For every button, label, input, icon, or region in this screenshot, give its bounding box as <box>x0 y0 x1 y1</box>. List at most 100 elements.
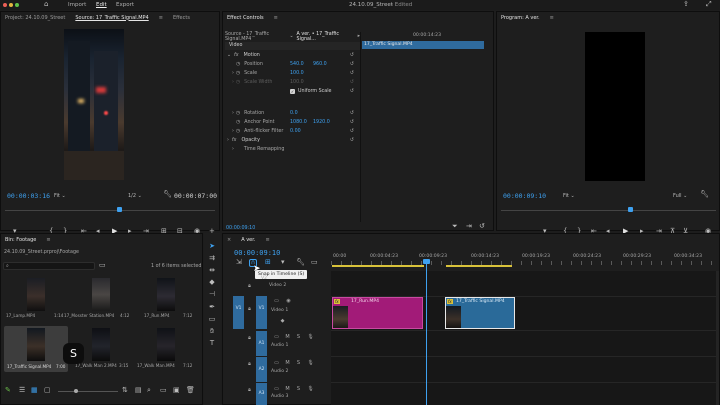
tab-menu-icon[interactable]: ≡ <box>159 15 163 21</box>
uniform-scale-checkbox[interactable]: ✓ <box>290 89 295 94</box>
sync-lock-icon[interactable]: ▭ <box>273 386 280 393</box>
fx-icon[interactable]: fx <box>234 53 239 58</box>
selection-tool-icon[interactable]: ➤ <box>208 242 216 250</box>
trash-icon[interactable]: 🗑︎ <box>186 387 195 394</box>
stopwatch-icon[interactable]: ◷ <box>236 111 240 116</box>
program-playhead[interactable] <box>628 207 633 212</box>
new-item-icon[interactable]: ▣ <box>173 387 180 394</box>
tab-sequence[interactable]: A ver. <box>241 237 255 243</box>
close-window-dot[interactable] <box>3 3 7 7</box>
solo-button[interactable]: S <box>295 360 302 367</box>
microphone-icon[interactable]: 🎙︎ <box>307 386 314 393</box>
work-area-bar[interactable] <box>446 265 512 267</box>
bin-search-input[interactable]: ⌕ <box>3 262 95 270</box>
position-x-value[interactable]: 540.0 <box>290 62 304 67</box>
type-tool-icon[interactable]: T <box>208 339 216 347</box>
sync-lock-icon[interactable]: ▭ <box>273 360 280 367</box>
program-quality-select[interactable]: Full ⌄ <box>673 193 687 199</box>
fx-icon[interactable]: fx <box>232 138 237 143</box>
tab-program[interactable]: Program: A ver. <box>501 15 540 21</box>
solo-button[interactable]: S <box>295 386 302 393</box>
source-scrubber[interactable] <box>5 210 215 211</box>
stopwatch-icon[interactable]: ◷ <box>236 71 240 76</box>
fx-badge[interactable]: fx <box>334 299 340 304</box>
reset-icon[interactable]: ↺ <box>350 111 354 116</box>
reset-icon[interactable]: ↺ <box>350 120 354 125</box>
lock-icon[interactable]: 🔒︎ <box>246 283 253 290</box>
source-resolution-select[interactable]: 1/2 ⌄ <box>128 193 142 199</box>
filter-icon[interactable]: ⏷ <box>452 223 458 230</box>
export-icon[interactable]: ⇥ <box>466 223 472 230</box>
chevron-right-icon[interactable]: › <box>232 111 234 116</box>
new-folder-icon[interactable]: ▭ <box>99 262 106 269</box>
antiflicker-value[interactable]: 0.00 <box>290 129 301 134</box>
tab-effect-controls[interactable]: Effect Controls <box>227 15 264 21</box>
captions-icon[interactable]: ▭ <box>311 259 318 266</box>
chevron-down-icon[interactable]: ⌄ <box>290 34 294 39</box>
rectangle-tool-icon[interactable]: ▭ <box>208 315 216 323</box>
ec-sequence-label[interactable]: A ver. • 17_Traffic Signal... <box>297 32 351 42</box>
target-a3[interactable]: A3 <box>256 383 267 405</box>
track-select-icon[interactable]: ⇉ <box>208 254 216 262</box>
razor-tool-icon[interactable]: ◆ <box>208 278 216 286</box>
zoom-slider-thumb[interactable] <box>74 389 78 393</box>
bin-item[interactable]: 17_Walk Man.MP4 7:12 <box>136 328 196 370</box>
stopwatch-icon[interactable]: ◷ <box>236 129 240 134</box>
sort-icon[interactable]: ⇅ <box>122 387 128 394</box>
share-icon[interactable]: ⇪ <box>683 1 689 8</box>
zoom-slider[interactable] <box>58 391 118 392</box>
slip-tool-icon[interactable]: ⊣ <box>208 290 216 298</box>
chevron-down-icon[interactable]: ⌄ <box>227 53 231 58</box>
scale-value[interactable]: 100.0 <box>290 71 304 76</box>
bin-item[interactable]: 17_Lamp.MP4 1:14 <box>6 278 66 320</box>
tab-menu-icon[interactable]: ≡ <box>265 237 269 243</box>
linked-selection-icon[interactable]: ⊞ <box>265 259 271 266</box>
eye-icon[interactable]: ◉ <box>285 298 292 305</box>
home-icon[interactable]: ⌂ <box>44 1 48 8</box>
tab-bin[interactable]: Bin: Footage <box>5 237 36 243</box>
menu-export[interactable]: Export <box>116 2 134 8</box>
ec-opacity-row[interactable]: › fx Opacity ↺ <box>223 136 359 145</box>
menu-edit[interactable]: Edit <box>96 2 107 8</box>
source-timecode[interactable]: 00:00:03:16 <box>7 192 50 200</box>
chevron-right-icon[interactable]: › <box>232 129 234 134</box>
reset-icon[interactable]: ↺ <box>350 89 354 94</box>
program-scrubber[interactable] <box>501 210 716 211</box>
ec-motion-row[interactable]: ⌄ fx Motion ↺ <box>223 51 359 60</box>
close-icon[interactable]: × <box>227 237 231 243</box>
ec-time-remap-row[interactable]: › Time Remapping <box>223 145 359 154</box>
reset-icon[interactable]: ↺ <box>350 71 354 76</box>
keyframe-nav-icon[interactable]: ◆ <box>279 318 286 325</box>
mute-button[interactable]: M <box>284 386 291 393</box>
source-playhead[interactable] <box>117 207 122 212</box>
microphone-icon[interactable]: 🎙︎ <box>307 360 314 367</box>
tab-effects[interactable]: Effects <box>173 15 190 21</box>
tab-source[interactable]: Source: 17_Traffic Signal.MP4 <box>75 15 148 21</box>
timeline-clip[interactable]: fx 17_Run.MP4 <box>332 297 423 329</box>
ec-clip-bar[interactable]: 17_Traffic Signal.MP4 <box>362 41 484 49</box>
wrench-icon[interactable]: 🔧︎ <box>700 191 709 198</box>
hand-tool-icon[interactable]: ✋︎ <box>208 327 216 335</box>
mute-button[interactable]: M <box>284 360 291 367</box>
chevron-right-icon[interactable]: › <box>227 138 229 143</box>
track-area[interactable]: fx 17_Run.MP4 fx 17_Traffic Signal.MP4 <box>331 259 719 405</box>
lock-icon[interactable]: 🔒︎ <box>246 387 253 394</box>
tab-menu-icon[interactable]: ≡ <box>550 15 554 21</box>
reset-icon[interactable]: ↺ <box>350 138 354 143</box>
timeline-timecode[interactable]: 00:00:09:10 <box>234 249 280 257</box>
timeline-vertical-scrollbar[interactable] <box>716 271 719 405</box>
bin-item[interactable]: 17_Mosster Station.MP4 4:12 <box>64 278 131 320</box>
timeline-playhead-head[interactable] <box>423 259 430 264</box>
ripple-edit-icon[interactable]: ⇹ <box>208 266 216 274</box>
target-a2[interactable]: A2 <box>256 357 267 382</box>
program-timecode[interactable]: 00:00:09:10 <box>503 192 546 200</box>
stopwatch-icon[interactable]: ◷ <box>236 62 240 67</box>
tab-project[interactable]: Project: 24.10.09_Street <box>5 15 65 21</box>
program-fit-select[interactable]: Fit ⌄ <box>563 193 575 199</box>
reset-icon[interactable]: ↺ <box>350 62 354 67</box>
bin-item-selected[interactable]: 17_Traffic Signal.MP4 7:00 <box>4 326 68 372</box>
rotation-value[interactable]: 0.0 <box>290 111 298 116</box>
sync-lock-icon[interactable]: ▭ <box>273 334 280 341</box>
solo-button[interactable]: S <box>295 334 302 341</box>
freeform-view-icon[interactable]: ▢ <box>44 387 51 394</box>
